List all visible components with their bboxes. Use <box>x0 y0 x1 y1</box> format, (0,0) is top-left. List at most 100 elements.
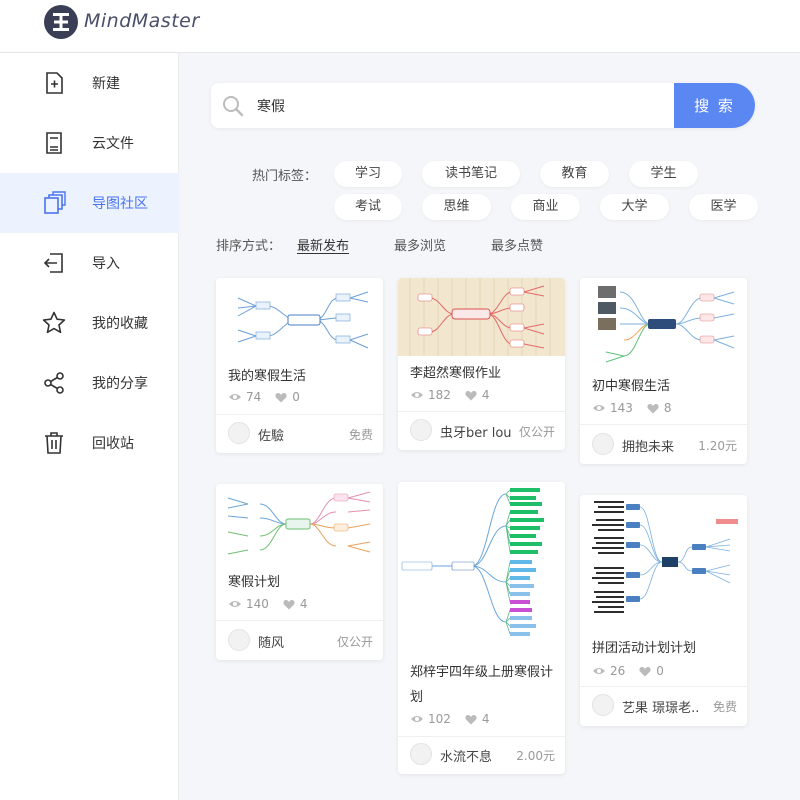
author-name[interactable]: 佐驗 <box>258 425 336 444</box>
new-file-icon <box>46 72 63 94</box>
author-name[interactable]: 水流不息 <box>440 746 518 765</box>
sidebar-item-label: 云文件 <box>92 136 134 152</box>
like-count: 4 <box>481 712 490 726</box>
like-count: 4 <box>299 597 308 611</box>
mindmap-thumbnail <box>216 484 383 566</box>
avatar[interactable] <box>592 433 614 455</box>
card-stats: 102 4 <box>410 712 490 726</box>
card-divider <box>580 686 747 687</box>
cloud-file-icon <box>46 132 62 154</box>
mindmap-card[interactable]: 李超然寒假作业 182 4 虫牙ber lou . 仅公开 <box>398 278 565 450</box>
sort-option-newest[interactable]: 最新发布 <box>297 235 349 254</box>
view-count: 26 <box>610 664 626 678</box>
sidebar-item-label: 我的收藏 <box>92 316 148 332</box>
card-divider <box>398 736 565 737</box>
tag-chip[interactable]: 医学 <box>689 194 758 220</box>
mindmap-thumbnail <box>216 278 383 360</box>
mindmap-card[interactable]: 寒假计划 140 4 随风 仅公开 <box>216 484 383 660</box>
mindmap-thumbnail <box>580 495 747 627</box>
eye-icon <box>593 668 605 674</box>
card-title: 郑梓宇四年级上册寒假计划 <box>410 665 554 705</box>
sidebar: 新建 云文件 导图社区 导入 我的收藏 我的分享 回收站 <box>0 53 179 800</box>
author-name[interactable]: 拥抱未来 <box>622 436 700 455</box>
sidebar-item-cloud-files[interactable]: 云文件 <box>0 113 179 173</box>
sidebar-item-label: 回收站 <box>92 436 134 452</box>
heart-icon <box>283 599 295 609</box>
mindmap-card[interactable]: 初中寒假生活 143 8 拥抱未来 1.20元 <box>580 278 747 464</box>
tag-chip[interactable]: 大学 <box>600 194 669 220</box>
avatar[interactable] <box>228 422 250 444</box>
card-title: 寒假计划 <box>228 575 281 590</box>
author-name[interactable]: 艺果 璟璟老... <box>622 697 700 716</box>
heart-icon <box>465 714 477 724</box>
mindmap-card[interactable]: 郑梓宇四年级上册寒假计划 102 4 水流不息 2.00元 <box>398 482 565 774</box>
price-label: 仅公开 <box>336 635 373 649</box>
tag-chip[interactable]: 读书笔记 <box>422 161 520 187</box>
app-logo-text: MindMaster <box>84 10 200 32</box>
mindmap-thumbnail <box>398 278 565 356</box>
card-divider <box>216 620 383 621</box>
tag-chip[interactable]: 思维 <box>422 194 491 220</box>
like-count: 4 <box>481 388 490 402</box>
tag-chip[interactable]: 考试 <box>334 194 402 220</box>
tag-chip[interactable]: 教育 <box>540 161 609 187</box>
search-icon <box>223 96 244 117</box>
eye-icon <box>229 394 241 400</box>
view-count: 74 <box>246 390 262 404</box>
price-label: 免费 <box>348 428 373 442</box>
price-label: 仅公开 <box>518 425 555 439</box>
sidebar-item-label: 我的分享 <box>92 376 148 392</box>
eye-icon <box>593 405 605 411</box>
card-stats: 26 0 <box>592 664 664 678</box>
search-button[interactable]: 搜 索 <box>674 83 755 128</box>
sidebar-item-new[interactable]: 新建 <box>0 53 179 113</box>
price-label: 1.20元 <box>698 439 737 453</box>
sidebar-item-label: 导图社区 <box>92 196 148 212</box>
like-count: 0 <box>656 664 664 678</box>
tag-chip[interactable]: 学习 <box>334 161 402 187</box>
like-count: 8 <box>663 401 672 415</box>
trash-icon <box>45 432 63 454</box>
card-title: 我的寒假生活 <box>228 369 307 384</box>
community-icon <box>44 191 66 214</box>
heart-icon <box>465 390 477 400</box>
card-divider <box>398 411 565 412</box>
author-name[interactable]: 虫牙ber lou . <box>440 422 516 441</box>
eye-icon <box>411 392 423 398</box>
heart-icon <box>639 666 651 676</box>
author-name[interactable]: 随风 <box>258 632 336 651</box>
sidebar-item-import[interactable]: 导入 <box>0 233 179 293</box>
heart-icon <box>275 392 287 402</box>
sort-label: 排序方式： <box>216 239 282 254</box>
hot-tags-label: 热门标签： <box>252 169 318 184</box>
tag-chip[interactable]: 商业 <box>511 194 580 220</box>
sidebar-item-community[interactable]: 导图社区 <box>0 173 179 233</box>
sort-option-most-liked[interactable]: 最多点赞 <box>491 235 543 254</box>
tag-chip[interactable]: 学生 <box>629 161 698 187</box>
mindmap-card[interactable]: 拼团活动计划计划 26 0 艺果 璟璟老... 免费 <box>580 495 747 726</box>
star-icon <box>42 311 66 334</box>
sidebar-item-trash[interactable]: 回收站 <box>0 413 179 473</box>
card-stats: 143 8 <box>592 401 672 415</box>
view-count: 140 <box>246 597 269 611</box>
card-stats: 140 4 <box>228 597 308 611</box>
sidebar-item-favorites[interactable]: 我的收藏 <box>0 293 179 353</box>
sidebar-item-shares[interactable]: 我的分享 <box>0 353 179 413</box>
search-bar: 搜 索 <box>211 83 755 128</box>
avatar[interactable] <box>228 629 250 651</box>
avatar[interactable] <box>410 743 432 765</box>
avatar[interactable] <box>410 419 432 441</box>
import-icon <box>43 253 63 273</box>
avatar[interactable] <box>592 694 614 716</box>
search-input[interactable] <box>257 83 667 128</box>
app-window: MindMaster 新建 云文件 导图社区 导入 我的收藏 我的分享 回收站 … <box>0 0 800 800</box>
card-title: 初中寒假生活 <box>592 379 671 394</box>
sort-option-most-viewed[interactable]: 最多浏览 <box>394 235 446 254</box>
logo-icon <box>44 5 78 39</box>
mindmap-card[interactable]: 我的寒假生活 74 0 佐驗 免费 <box>216 278 383 453</box>
share-icon <box>44 372 64 394</box>
card-title: 李超然寒假作业 <box>410 366 502 381</box>
card-stats: 74 0 <box>228 390 300 404</box>
heart-icon <box>647 403 659 413</box>
sidebar-item-label: 导入 <box>92 256 120 272</box>
